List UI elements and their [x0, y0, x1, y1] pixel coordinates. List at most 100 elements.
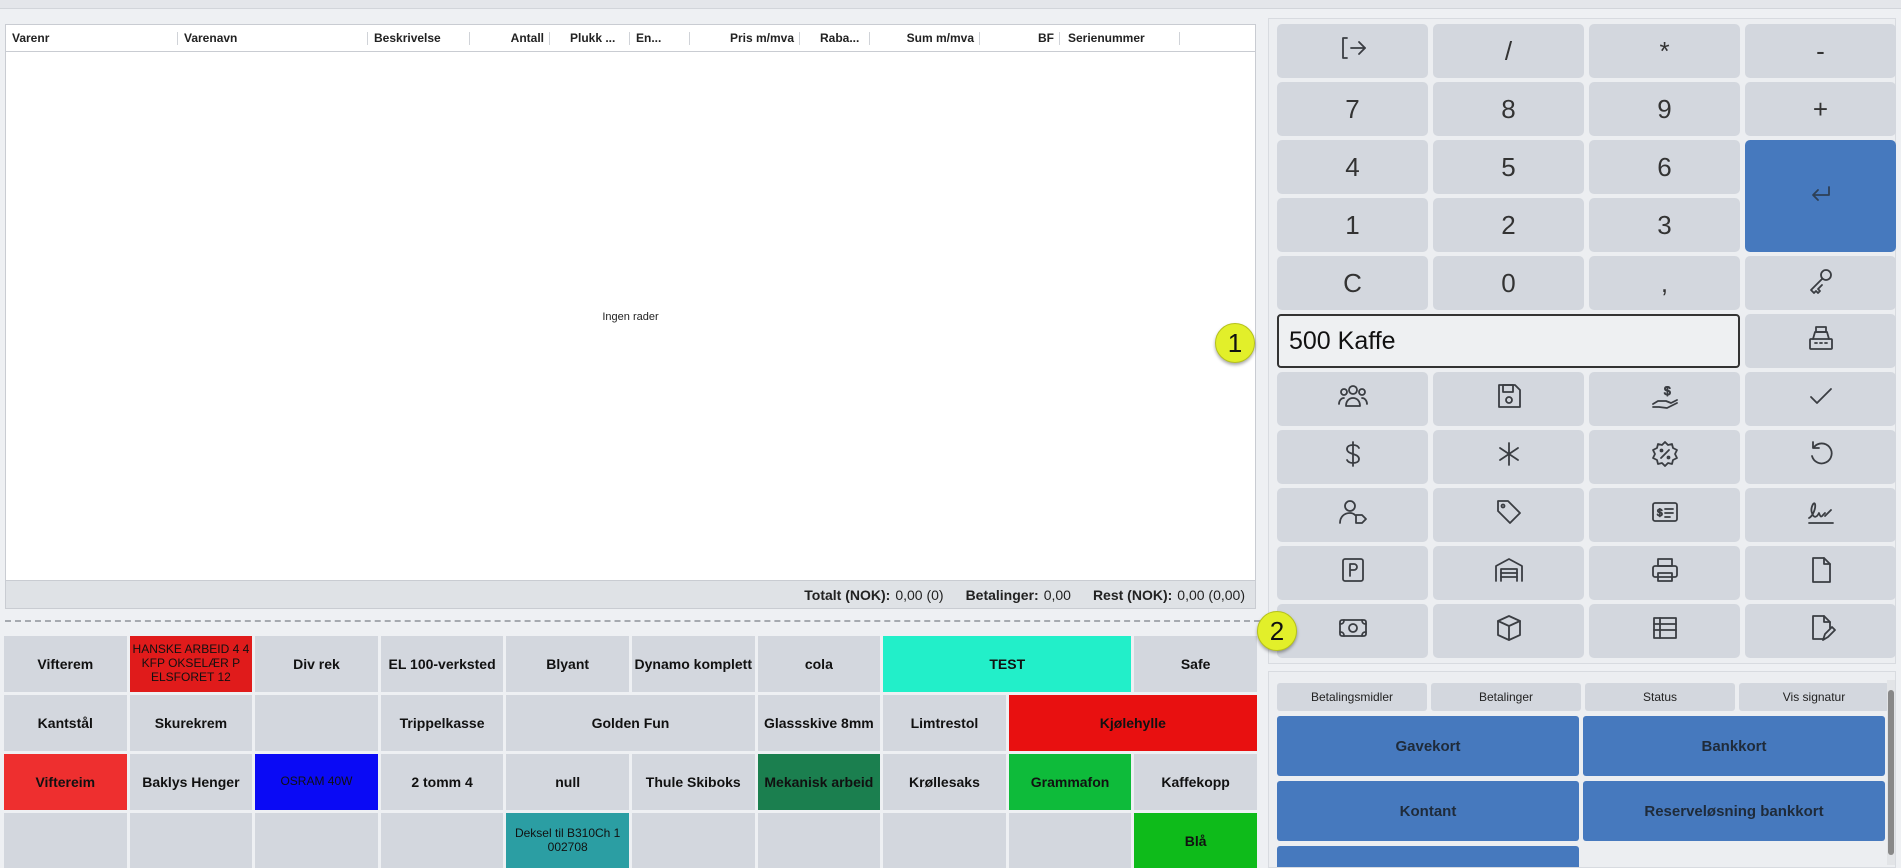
tag-button[interactable]	[1433, 488, 1584, 542]
quick-key[interactable]: EL 100-verksted	[380, 636, 504, 692]
key-digit-7[interactable]: 7	[1277, 82, 1428, 136]
quick-key[interactable]: Skurekrem	[129, 695, 253, 751]
quick-key[interactable]: Baklys Henger	[129, 754, 253, 810]
quick-key[interactable]: Safe	[1134, 636, 1257, 692]
quick-key[interactable]: Blyant	[506, 636, 629, 692]
quick-key[interactable]: Trippelkasse	[380, 695, 504, 751]
quick-key[interactable]: Viftereim	[4, 754, 127, 810]
quick-key[interactable]: Grammafon	[1008, 754, 1132, 810]
tab-betalinger[interactable]: Betalinger	[1431, 683, 1581, 711]
key-digit-2[interactable]: 2	[1433, 198, 1584, 252]
quick-key[interactable]: Vifterem	[4, 636, 127, 692]
printer-button[interactable]	[1589, 546, 1740, 600]
quick-key[interactable]: 2 tomm 4	[380, 754, 504, 810]
key-divide[interactable]: /	[1433, 24, 1584, 78]
quick-key[interactable]	[129, 813, 253, 868]
scrollbar-thumb[interactable]	[1888, 690, 1894, 855]
quick-key[interactable]: Limtrestol	[883, 695, 1006, 751]
col-pris[interactable]: Pris m/mva	[690, 25, 800, 51]
user-tag-button[interactable]	[1277, 488, 1428, 542]
quick-key[interactable]	[757, 813, 881, 868]
key-minus[interactable]: -	[1745, 24, 1896, 78]
undo-button[interactable]	[1745, 430, 1896, 484]
parking-button[interactable]	[1277, 546, 1428, 600]
quick-key[interactable]: TEST	[883, 636, 1132, 692]
payment-scrollbar[interactable]	[1887, 680, 1895, 865]
key-digit-3[interactable]: 3	[1589, 198, 1740, 252]
quick-key[interactable]	[4, 813, 127, 868]
quick-key[interactable]: Krøllesaks	[883, 754, 1006, 810]
key-multiply[interactable]: *	[1589, 24, 1740, 78]
tab-betalingsmidler[interactable]: Betalingsmidler	[1277, 683, 1427, 711]
panel-divider[interactable]	[5, 620, 1260, 622]
col-varenavn[interactable]: Varenavn	[178, 25, 368, 51]
file-edit-button[interactable]	[1745, 604, 1896, 658]
quick-key[interactable]	[883, 813, 1006, 868]
key-clear[interactable]: C	[1277, 256, 1428, 310]
quick-key[interactable]: Mekanisk arbeid	[757, 754, 881, 810]
id-card-button[interactable]: $	[1589, 488, 1740, 542]
key-digit-0[interactable]: 0	[1433, 256, 1584, 310]
quick-key[interactable]	[255, 813, 378, 868]
quick-key[interactable]: Div rek	[255, 636, 378, 692]
key-digit-1[interactable]: 1	[1277, 198, 1428, 252]
key-digit-9[interactable]: 9	[1589, 82, 1740, 136]
key-button[interactable]	[1745, 256, 1896, 310]
file-button[interactable]	[1745, 546, 1896, 600]
money-bill-button[interactable]	[1277, 604, 1428, 658]
col-rabatt[interactable]: Raba...	[800, 25, 870, 51]
quick-key[interactable]	[255, 695, 378, 751]
quick-key[interactable]: Glassskive 8mm	[757, 695, 881, 751]
quick-key[interactable]: Kjølehylle	[1008, 695, 1257, 751]
col-bf[interactable]: BF	[980, 25, 1060, 51]
key-plus[interactable]: +	[1745, 82, 1896, 136]
quick-key[interactable]: Thule Skiboks	[631, 754, 755, 810]
numpad-display-input[interactable]: 500 Kaffe	[1277, 314, 1740, 368]
kontant-button[interactable]: Kontant	[1277, 781, 1579, 841]
quick-key[interactable]: Dynamo komplett	[631, 636, 755, 692]
dollar-button[interactable]	[1277, 430, 1428, 484]
asterisk-button[interactable]	[1433, 430, 1584, 484]
signature-button[interactable]	[1745, 488, 1896, 542]
warehouse-button[interactable]	[1433, 546, 1584, 600]
save-button[interactable]	[1433, 372, 1584, 426]
quick-key[interactable]: Kaffekopp	[1134, 754, 1257, 810]
reservelosning-bankkort-button[interactable]: Reserveløsning bankkort	[1583, 781, 1885, 841]
bankkort-button[interactable]: Bankkort	[1583, 716, 1885, 776]
discount-button[interactable]	[1589, 430, 1740, 484]
quick-key[interactable]: OSRAM 40W	[255, 754, 378, 810]
key-digit-5[interactable]: 5	[1433, 140, 1584, 194]
quick-key[interactable]: HANSKE ARBEID 4 4 KFP OKSELÆR P ELSFORET…	[129, 636, 253, 692]
check-button[interactable]	[1745, 372, 1896, 426]
key-digit-6[interactable]: 6	[1589, 140, 1740, 194]
col-serienummer[interactable]: Serienummer	[1060, 25, 1180, 51]
box-button[interactable]	[1433, 604, 1584, 658]
quick-key[interactable]: Golden Fun	[506, 695, 755, 751]
quick-key[interactable]	[1008, 813, 1132, 868]
tab-vis-signatur[interactable]: Vis signatur	[1739, 683, 1889, 711]
quick-key[interactable]: Kantstål	[4, 695, 127, 751]
col-plukk[interactable]: Plukk ...	[550, 25, 630, 51]
quick-key[interactable]: Blå	[1134, 813, 1257, 868]
quick-key[interactable]: Deksel til B310Ch 1 002708	[506, 813, 629, 868]
tab-status[interactable]: Status	[1585, 683, 1735, 711]
gavekort-button[interactable]: Gavekort	[1277, 716, 1579, 776]
enter-button[interactable]	[1745, 140, 1896, 252]
table-button[interactable]	[1589, 604, 1740, 658]
key-digit-4[interactable]: 4	[1277, 140, 1428, 194]
hand-money-button[interactable]: $	[1589, 372, 1740, 426]
quick-key[interactable]	[380, 813, 504, 868]
key-comma[interactable]: ,	[1589, 256, 1740, 310]
evro-button[interactable]: EVRO	[1277, 846, 1579, 867]
quick-key[interactable]: cola	[757, 636, 881, 692]
quick-key[interactable]: null	[506, 754, 629, 810]
col-antall[interactable]: Antall	[470, 25, 550, 51]
cash-register-button[interactable]	[1745, 314, 1896, 368]
key-digit-8[interactable]: 8	[1433, 82, 1584, 136]
logout-button[interactable]	[1277, 24, 1428, 78]
col-sum[interactable]: Sum m/mva	[870, 25, 980, 51]
customers-button[interactable]	[1277, 372, 1428, 426]
col-beskrivelse[interactable]: Beskrivelse	[368, 25, 470, 51]
quick-key[interactable]	[631, 813, 755, 868]
col-enhet[interactable]: En...	[630, 25, 690, 51]
